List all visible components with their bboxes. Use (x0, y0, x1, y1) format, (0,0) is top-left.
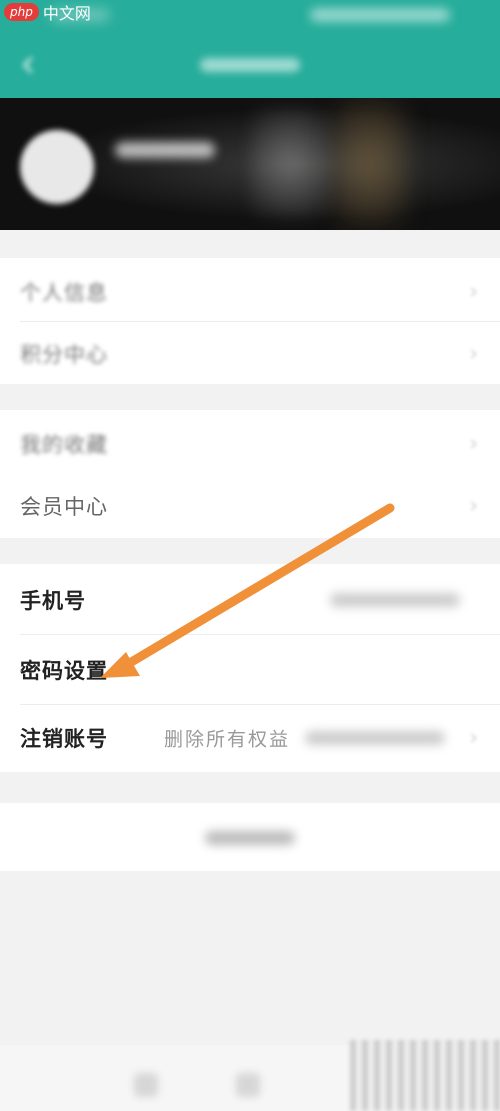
menu-group-3: 手机号 密码设置 注销账号 删除所有权益 › (0, 564, 500, 772)
logout-label (205, 831, 295, 845)
status-bar-right (310, 8, 450, 22)
user-name (115, 142, 215, 158)
chevron-right-icon: › (469, 341, 478, 367)
menu-item-value: 删除所有权益 (163, 728, 290, 751)
avatar[interactable] (20, 130, 94, 204)
page-title (200, 58, 300, 72)
menu-item-member-center[interactable]: 会员中心 › (0, 472, 500, 540)
chevron-right-icon: › (469, 725, 478, 751)
nav-home-icon[interactable] (134, 1073, 158, 1097)
qr-code-corner (350, 1040, 500, 1111)
phone-number-value (330, 593, 460, 607)
back-arrow-icon[interactable] (18, 54, 40, 76)
banner-light (330, 98, 410, 228)
menu-item-favorites[interactable]: 我的收藏 › (0, 410, 500, 478)
menu-item-label: 积分中心 (20, 343, 108, 367)
menu-item-value-blurred (305, 731, 445, 745)
divider (20, 634, 500, 635)
chevron-right-icon: › (469, 279, 478, 305)
menu-item-label: 密码设置 (20, 659, 108, 683)
menu-item-label: 会员中心 (20, 495, 108, 519)
menu-item-label: 注销账号 (20, 727, 108, 751)
menu-item-cancel-account[interactable]: 注销账号 删除所有权益 › (0, 704, 500, 772)
chevron-right-icon: › (469, 431, 478, 457)
watermark-logo: php (4, 3, 39, 21)
menu-item-label: 我的收藏 (20, 433, 108, 457)
menu-item-password-settings[interactable]: 密码设置 (0, 636, 500, 704)
watermark-text: 中文网 (42, 4, 91, 23)
nav-discover-icon[interactable] (236, 1073, 260, 1097)
chevron-right-icon: › (469, 493, 478, 519)
menu-item-label: 个人信息 (20, 281, 108, 305)
logout-button[interactable] (0, 803, 500, 871)
menu-group-1: 个人信息 › 积分中心 › (0, 258, 500, 384)
site-watermark: php 中文网 (0, 0, 91, 24)
menu-item-points-center[interactable]: 积分中心 › (0, 320, 500, 388)
menu-group-2: 我的收藏 › 会员中心 › (0, 410, 500, 538)
menu-item-personal-info[interactable]: 个人信息 › (0, 258, 500, 326)
banner-light (250, 108, 330, 218)
menu-item-label: 手机号 (20, 589, 86, 613)
menu-item-phone[interactable]: 手机号 (0, 566, 500, 634)
